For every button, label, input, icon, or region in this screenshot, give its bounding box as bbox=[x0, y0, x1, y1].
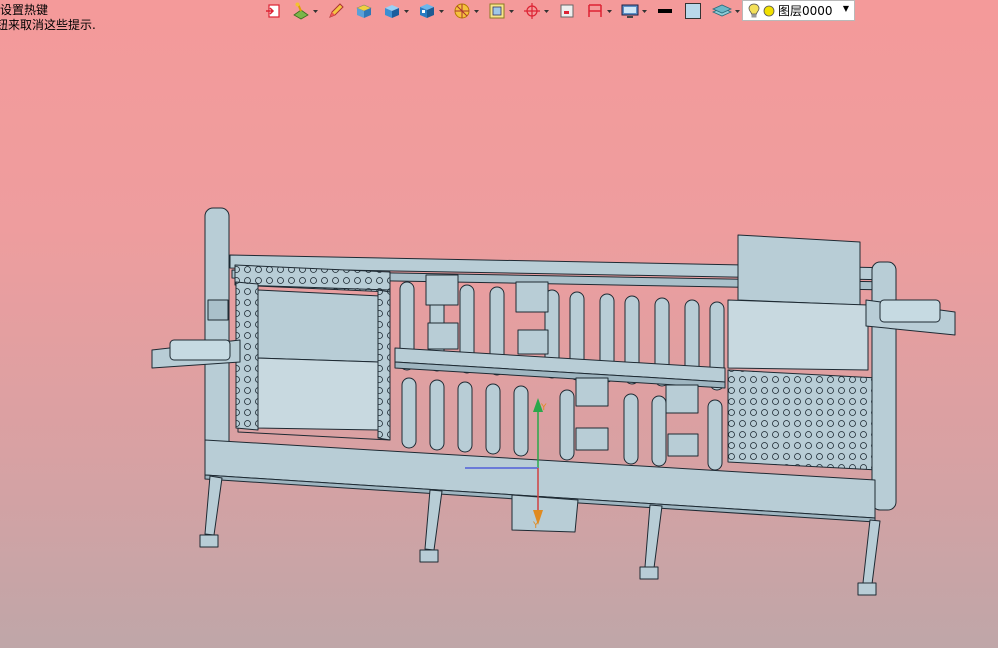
conveyor-model[interactable] bbox=[151, 207, 956, 596]
triad-y-bottom-label: Y bbox=[532, 521, 539, 531]
model-viewport[interactable]: Y Y bbox=[0, 0, 998, 648]
triad-y-top-label: Y bbox=[540, 403, 547, 413]
